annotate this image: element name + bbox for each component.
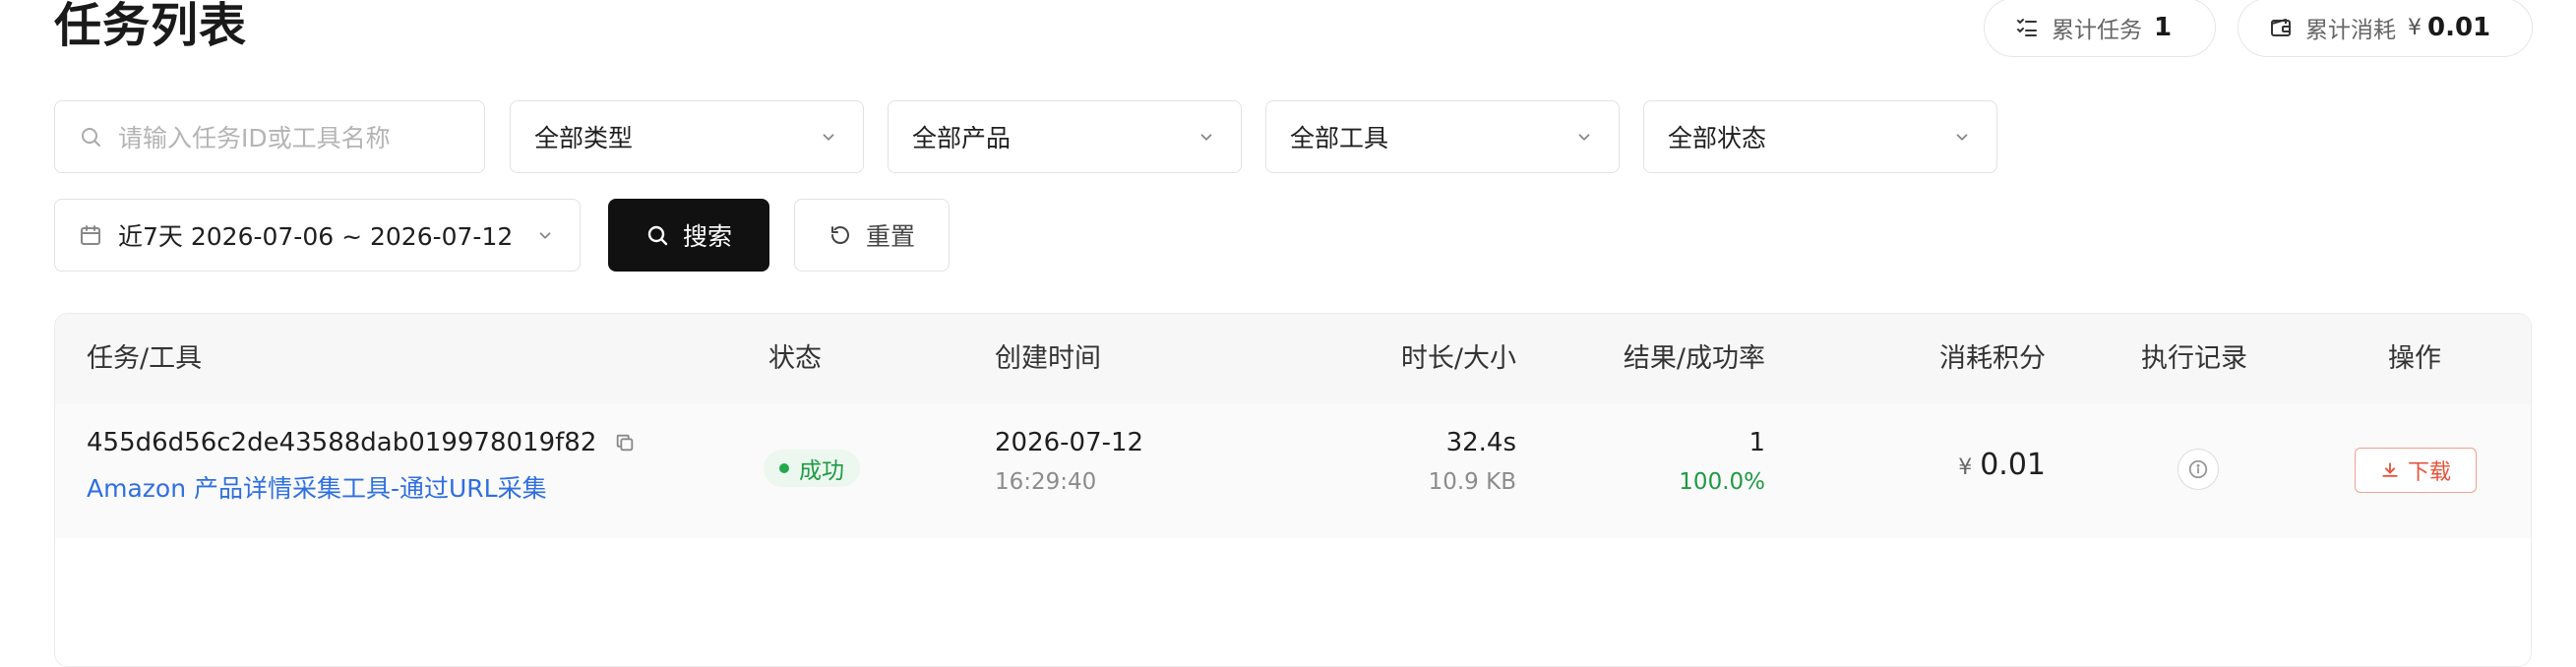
status-text: 成功	[799, 458, 844, 484]
product-select-value: 全部产品	[912, 124, 1012, 152]
table-header: 任务/工具 状态 创建时间 时长/大小 结果/成功率 消耗积分 执行记录 操作	[55, 314, 2531, 405]
search-input[interactable]: 请输入任务ID或工具名称	[54, 100, 485, 173]
exec-log-button[interactable]	[2177, 449, 2219, 490]
success-rate: 100.0%	[1679, 469, 1765, 495]
search-button[interactable]: 搜索	[608, 199, 769, 272]
column-header-cost: 消耗积分	[1939, 343, 2046, 374]
duration: 32.4s	[1445, 428, 1516, 457]
search-placeholder: 请输入任务ID或工具名称	[118, 124, 391, 152]
chevron-down-icon	[1953, 127, 1973, 147]
task-id-text: 455d6d56c2de43588dab019978019f82	[87, 428, 597, 457]
task-id: 455d6d56c2de43588dab019978019f82	[87, 428, 636, 457]
total-cost-value: 0.01	[2427, 13, 2491, 42]
column-header-result: 结果/成功率	[1623, 343, 1765, 374]
refresh-icon	[828, 223, 852, 247]
chevron-down-icon	[536, 225, 556, 245]
tool-select-value: 全部工具	[1290, 124, 1389, 152]
download-label: 下载	[2407, 460, 2451, 485]
column-header-status: 状态	[768, 343, 822, 374]
total-tasks-value: 1	[2154, 13, 2173, 42]
table-row: 455d6d56c2de43588dab019978019f82 Amazon …	[55, 404, 2531, 538]
tool-name-link[interactable]: Amazon 产品详情采集工具-通过URL采集	[87, 469, 547, 505]
currency-symbol: ¥	[2408, 15, 2422, 40]
type-select-value: 全部类型	[534, 124, 634, 152]
date-range-picker[interactable]: 近7天 2026-07-06 ~ 2026-07-12	[54, 199, 581, 272]
result-count: 1	[1748, 428, 1765, 457]
status-dot	[779, 463, 789, 473]
page-title: 任务列表	[54, 0, 248, 53]
column-header-actions: 操作	[2388, 343, 2441, 374]
tool-select[interactable]: 全部工具	[1265, 100, 1620, 173]
task-table: 任务/工具 状态 创建时间 时长/大小 结果/成功率 消耗积分 执行记录 操作 …	[54, 313, 2532, 667]
chevron-down-icon	[1197, 127, 1217, 147]
column-header-duration: 时长/大小	[1400, 343, 1516, 374]
product-select[interactable]: 全部产品	[888, 100, 1242, 173]
status-select-value: 全部状态	[1668, 124, 1767, 152]
search-button-label: 搜索	[682, 222, 732, 251]
cost-value: 0.01	[1980, 448, 2046, 482]
info-icon	[2187, 458, 2209, 480]
reset-button-label: 重置	[865, 222, 915, 251]
download-icon	[2380, 460, 2400, 480]
reset-button[interactable]: 重置	[794, 199, 950, 272]
date-range-value: 近7天 2026-07-06 ~ 2026-07-12	[118, 222, 514, 251]
chevron-down-icon	[1575, 127, 1595, 147]
currency-symbol: ¥	[1958, 455, 1973, 480]
calendar-icon	[79, 223, 102, 247]
download-button[interactable]: 下载	[2355, 448, 2477, 493]
wallet-icon	[2268, 15, 2294, 40]
column-header-created: 创建时间	[995, 343, 1101, 374]
column-header-exec-log: 执行记录	[2141, 343, 2247, 374]
created-date: 2026-07-12	[995, 428, 1144, 457]
cost: ¥ 0.01	[1958, 448, 2046, 482]
task-list-icon	[2014, 15, 2040, 40]
search-icon	[79, 125, 102, 149]
status-select[interactable]: 全部状态	[1643, 100, 1997, 173]
type-select[interactable]: 全部类型	[510, 100, 864, 173]
total-tasks-label: 累计任务	[2052, 18, 2142, 43]
copy-icon[interactable]	[614, 432, 636, 454]
chevron-down-icon	[820, 127, 839, 147]
file-size: 10.9 KB	[1428, 469, 1516, 495]
column-header-task: 任务/工具	[87, 343, 203, 374]
status-badge: 成功	[764, 450, 860, 487]
search-icon	[645, 223, 669, 247]
total-cost-label: 累计消耗	[2305, 18, 2396, 43]
total-tasks-pill: 累计任务 1	[1984, 0, 2216, 57]
created-time: 16:29:40	[995, 469, 1097, 495]
total-cost-pill: 累计消耗 ¥ 0.01	[2238, 0, 2533, 57]
